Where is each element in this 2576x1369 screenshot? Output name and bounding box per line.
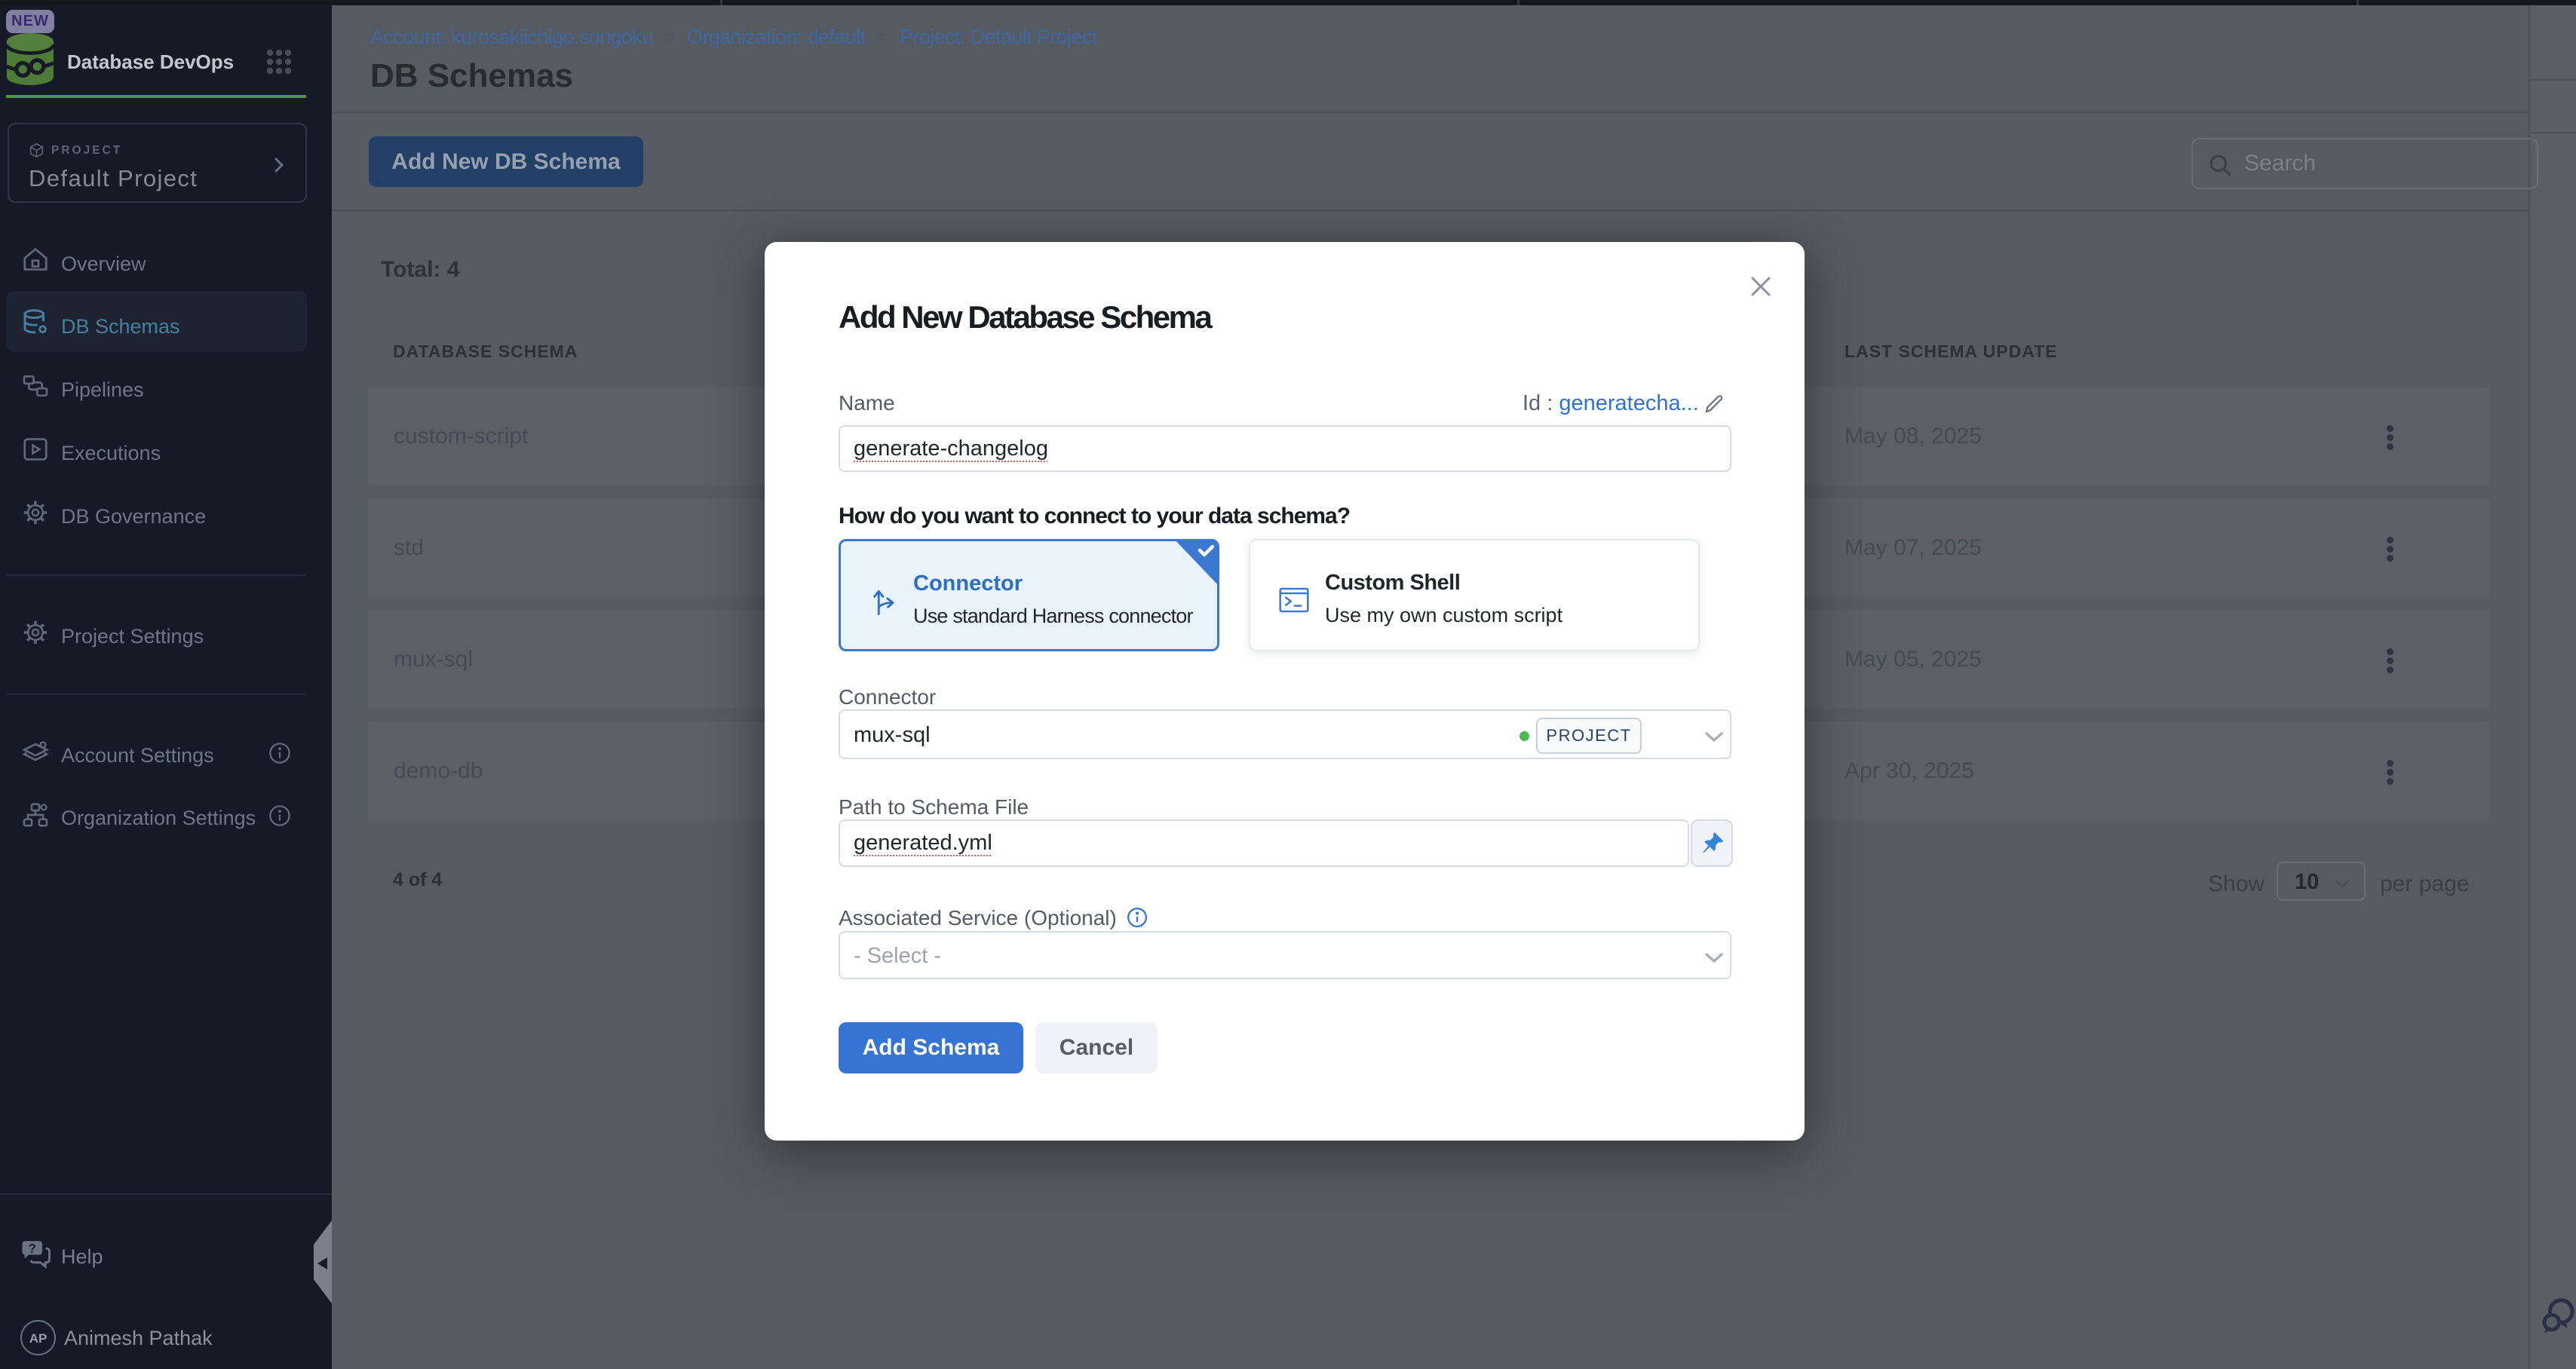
svg-text:?: ? xyxy=(29,1242,36,1256)
